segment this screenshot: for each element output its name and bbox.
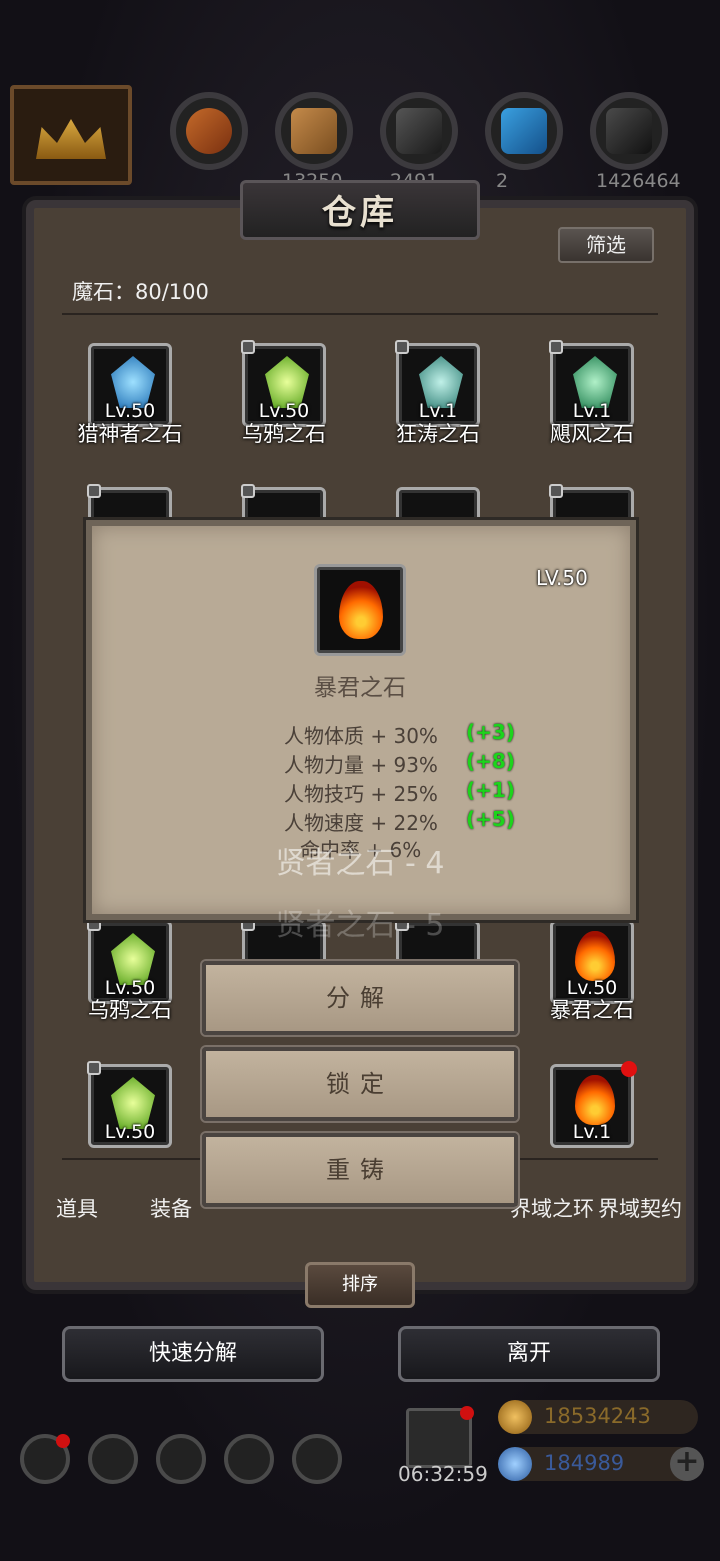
- item-level: Lv.1: [572, 1121, 612, 1143]
- chat-icon[interactable]: [292, 1434, 342, 1484]
- item-name: 乌鸦之石: [88, 998, 172, 1022]
- filter-button[interactable]: 筛选: [558, 227, 654, 263]
- gift-timer: 06:32:59: [398, 1462, 488, 1486]
- gem-amount: 184989: [544, 1451, 625, 1475]
- lock-icon: [549, 484, 563, 498]
- inventory-slot[interactable]: Lv.1: [549, 340, 634, 427]
- gold-icon: [498, 1400, 532, 1434]
- magic-stone-count: 魔石：80/100: [72, 280, 209, 304]
- lock-icon: [241, 340, 255, 354]
- decompose-button[interactable]: 分解: [202, 961, 518, 1035]
- crystal-icon[interactable]: [485, 92, 563, 170]
- sort-button[interactable]: 排序: [305, 1262, 415, 1308]
- lock-icon: [549, 340, 563, 354]
- flame-stone-icon: [339, 581, 383, 639]
- lock-icon: [395, 340, 409, 354]
- item-level: Lv.50: [104, 1121, 156, 1143]
- notification-dot: [621, 1061, 637, 1077]
- stat-strength: 人物力量 + 93%: [284, 753, 438, 777]
- add-gems-button[interactable]: +: [670, 1447, 704, 1481]
- stat-speed: 人物速度 + 22%: [284, 811, 438, 835]
- wood-icon[interactable]: [275, 92, 353, 170]
- lock-icon: [87, 484, 101, 498]
- inventory-slot[interactable]: Lv.50: [88, 343, 172, 427]
- leave-button[interactable]: 离开: [398, 1326, 660, 1382]
- meat-icon[interactable]: [170, 92, 248, 170]
- notification-dot: [460, 1406, 474, 1420]
- stat-bonus: (+5): [466, 807, 515, 831]
- mail-icon[interactable]: [224, 1434, 274, 1484]
- stat-skill: 人物技巧 + 25%: [284, 782, 438, 806]
- inventory-slot[interactable]: Lv.1: [395, 340, 480, 427]
- guild-icon[interactable]: [156, 1434, 206, 1484]
- notification-dot: [56, 1434, 70, 1448]
- ghost-label: 贤者之石 - 5: [275, 908, 445, 943]
- steel-icon[interactable]: [590, 92, 668, 170]
- item-name: 狂涛之石: [396, 422, 480, 446]
- flame-stone-icon: [575, 1075, 615, 1125]
- stat-bonus: (+1): [466, 778, 515, 802]
- lock-icon: [87, 1061, 101, 1075]
- iron-icon[interactable]: [380, 92, 458, 170]
- gem-icon: [498, 1447, 532, 1481]
- stat-constitution: 人物体质 + 30%: [284, 724, 438, 748]
- ghost-label: 贤者之石 - 4: [275, 846, 445, 881]
- item-name: 猎神者之石: [77, 422, 183, 446]
- popup-item-icon: [314, 564, 406, 656]
- divider: [62, 313, 658, 315]
- quick-decompose-button[interactable]: 快速分解: [62, 1326, 324, 1382]
- popup-item-name: 暴君之石: [314, 675, 406, 701]
- tab-equipment[interactable]: 装备: [150, 1193, 192, 1223]
- achievement-icon[interactable]: [88, 1434, 138, 1484]
- recast-button[interactable]: 重铸: [202, 1133, 518, 1207]
- tab-realm-ring[interactable]: 界域之环: [510, 1193, 594, 1223]
- tab-realm-contract[interactable]: 界域契约: [598, 1193, 682, 1223]
- crown-icon: [36, 119, 106, 159]
- popup-level: LV.50: [536, 566, 588, 590]
- lock-button[interactable]: 锁定: [202, 1047, 518, 1121]
- guild-avatar[interactable]: [10, 85, 132, 185]
- inventory-slot[interactable]: Lv.50: [241, 340, 326, 427]
- item-name: 乌鸦之石: [242, 422, 326, 446]
- item-name: 飓风之石: [550, 422, 634, 446]
- stat-bonus: (+8): [466, 749, 515, 773]
- inventory-slot[interactable]: Lv.50: [87, 1061, 172, 1148]
- inventory-slot[interactable]: Lv.1: [550, 1061, 637, 1148]
- stat-bonus: (+3): [466, 720, 515, 744]
- lock-icon: [241, 484, 255, 498]
- gold-amount: 18534243: [544, 1404, 651, 1428]
- item-name: 暴君之石: [550, 998, 634, 1022]
- tab-props[interactable]: 道具: [56, 1193, 98, 1223]
